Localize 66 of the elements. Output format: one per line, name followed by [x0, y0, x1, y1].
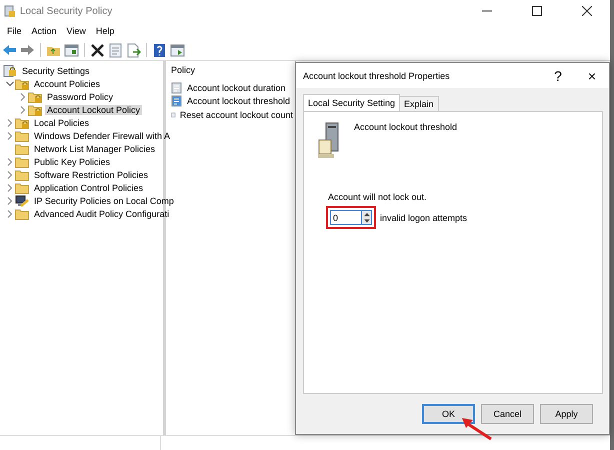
folder-icon [15, 156, 29, 168]
action-pane-icon[interactable] [170, 42, 185, 58]
dialog-title: Account lockout threshold Properties [303, 70, 451, 80]
tree-item[interactable]: Local Policies [32, 118, 92, 128]
tree-item[interactable]: Application Control Policies [32, 182, 146, 192]
folder-icon [15, 208, 29, 220]
expand-chevron-icon[interactable] [5, 182, 15, 192]
number-field[interactable]: 0 [330, 210, 362, 225]
dialog-button[interactable]: Cancel [481, 404, 534, 424]
app-icon [4, 4, 16, 18]
console-tree-icon[interactable] [64, 42, 79, 58]
tree-item[interactable]: Software Restriction Policies [32, 170, 150, 180]
back-arrow-icon[interactable] [2, 42, 17, 58]
tree-item[interactable]: Network List Manager Policies [32, 144, 158, 154]
column-header[interactable]: Policy [171, 65, 295, 79]
status-text: Account will not lock out. [328, 192, 428, 204]
dialog-button[interactable]: Apply [540, 404, 593, 424]
maximize-icon [532, 6, 542, 16]
expand-chevron-icon[interactable] [5, 118, 15, 128]
menu-item[interactable]: View [62, 26, 91, 36]
tree-item[interactable]: Advanced Audit Policy Configurati [32, 208, 172, 218]
expand-chevron-icon[interactable] [18, 104, 28, 114]
dialog-button[interactable]: OK [422, 404, 475, 424]
tree-item[interactable]: Account Policies [32, 78, 102, 88]
security-settings-icon [3, 64, 17, 76]
window-title: Local Security Policy [20, 6, 114, 16]
expand-chevron-icon[interactable] [5, 196, 15, 206]
tree-item[interactable]: Security Settings [20, 66, 92, 76]
menu-item[interactable]: File [2, 26, 27, 36]
menu-item[interactable]: Action [26, 26, 62, 36]
help-button[interactable]: ? [541, 63, 575, 88]
menu-item[interactable]: Help [90, 26, 120, 36]
tab[interactable]: Local Security Setting [303, 94, 400, 111]
locked-folder-icon [28, 104, 42, 116]
help-icon[interactable] [152, 42, 167, 58]
unit-label: invalid logon attempts [380, 212, 468, 222]
policy-item[interactable]: Reset account lockout count [178, 110, 295, 120]
tree-item[interactable]: Password Policy [45, 92, 116, 102]
locked-folder-icon [15, 78, 29, 90]
policy-item[interactable]: Account lockout duration [185, 82, 288, 93]
close-button[interactable]: × [575, 63, 609, 88]
collapse-chevron-icon[interactable] [5, 78, 15, 88]
tree-item[interactable]: Public Key Policies [32, 156, 112, 166]
expand-chevron-icon[interactable] [18, 92, 28, 102]
folder-icon [15, 182, 29, 194]
expand-chevron-icon[interactable] [5, 170, 15, 180]
policy-item[interactable]: Account lockout threshold [185, 96, 292, 106]
locked-folder-icon [15, 116, 29, 128]
tree-item[interactable]: IP Security Policies on Local Comp [32, 196, 176, 206]
tree-item[interactable]: Windows Defender Firewall with A [32, 130, 172, 140]
expand-chevron-icon[interactable] [5, 156, 15, 166]
tree-item[interactable]: Account Lockout Policy [45, 104, 142, 114]
folder-icon [15, 168, 29, 180]
folder-icon [15, 142, 29, 154]
locked-folder-icon [28, 90, 42, 102]
setting-name: Account lockout threshold [354, 122, 458, 134]
expand-chevron-icon[interactable] [5, 208, 15, 218]
folder-icon [15, 130, 29, 142]
close-icon [582, 6, 592, 16]
expand-chevron-icon[interactable] [5, 130, 15, 140]
export-list-icon[interactable] [126, 42, 141, 58]
delete-icon[interactable] [90, 42, 105, 58]
server-icon [318, 122, 340, 160]
forward-arrow-icon[interactable] [20, 42, 35, 58]
computer-policy-icon [15, 194, 29, 206]
tab[interactable]: Explain [399, 96, 439, 111]
